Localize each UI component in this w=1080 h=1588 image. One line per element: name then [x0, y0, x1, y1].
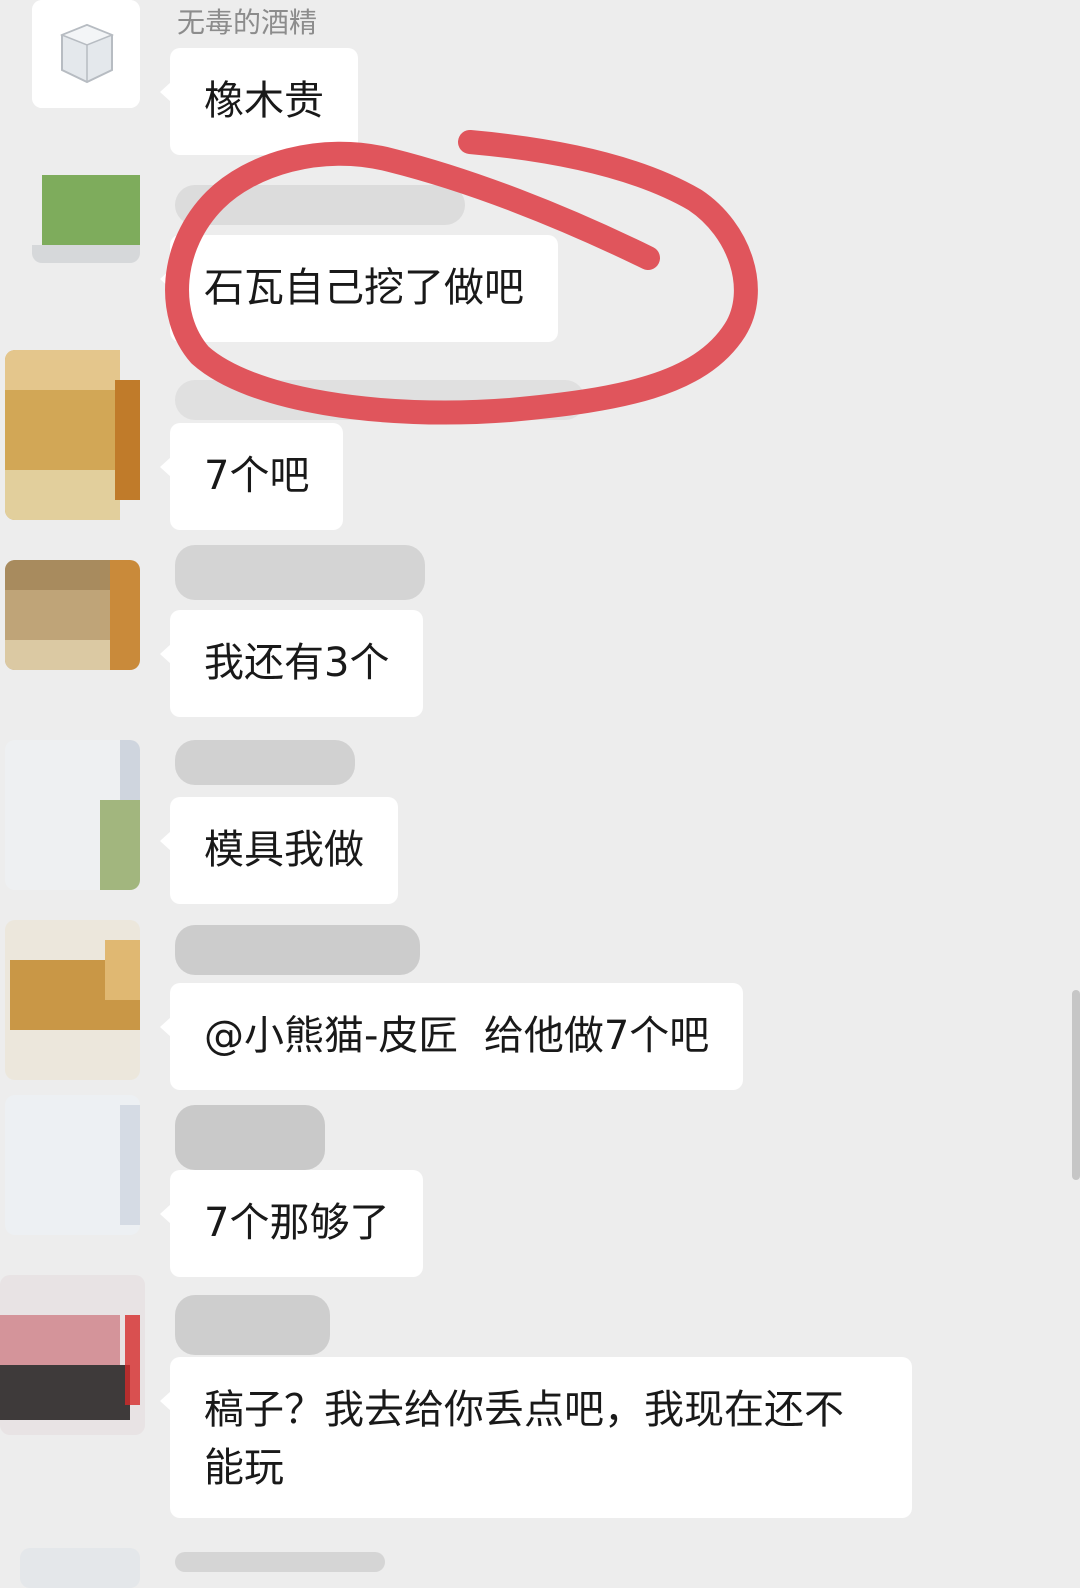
blurred-sender-name	[175, 1105, 325, 1170]
blurred-sender-name	[175, 380, 585, 420]
message-bubble[interactable]: 石瓦自己挖了做吧	[160, 235, 558, 342]
avatar-blurred[interactable]	[32, 155, 140, 263]
partial-sender-name	[175, 1552, 385, 1572]
message-bubble[interactable]: 7个那够了	[159, 1170, 424, 1277]
blurred-sender-name	[175, 740, 355, 785]
message-bubble[interactable]: 7个吧	[159, 423, 344, 530]
sender-name: 无毒的酒精	[177, 6, 318, 39]
message-bubble[interactable]: 橡木贵	[160, 48, 358, 155]
avatar-blurred[interactable]	[5, 1095, 140, 1235]
scrollbar-thumb[interactable]	[1072, 990, 1080, 1180]
message-bubble[interactable]: 模具我做	[160, 797, 398, 904]
avatar-blurred[interactable]	[5, 350, 140, 520]
message-bubble[interactable]: 稿子？我去给你丢点吧，我现在还不能玩	[160, 1357, 912, 1518]
blurred-sender-name	[175, 925, 420, 975]
avatar-blurred[interactable]	[0, 1275, 145, 1435]
avatar-blurred[interactable]	[5, 740, 140, 890]
blurred-sender-name	[175, 185, 465, 225]
message-bubble[interactable]: 我还有3个	[159, 610, 424, 717]
message-bubble[interactable]: @小熊猫-皮匠 给他做7个吧	[159, 983, 744, 1090]
avatar-blurred[interactable]	[5, 920, 140, 1080]
avatar-blurred[interactable]	[5, 560, 140, 670]
avatar-ice-cube[interactable]	[32, 0, 140, 108]
blurred-sender-name	[175, 1295, 330, 1355]
avatar-partial[interactable]	[20, 1548, 140, 1588]
blurred-sender-name	[175, 545, 425, 600]
